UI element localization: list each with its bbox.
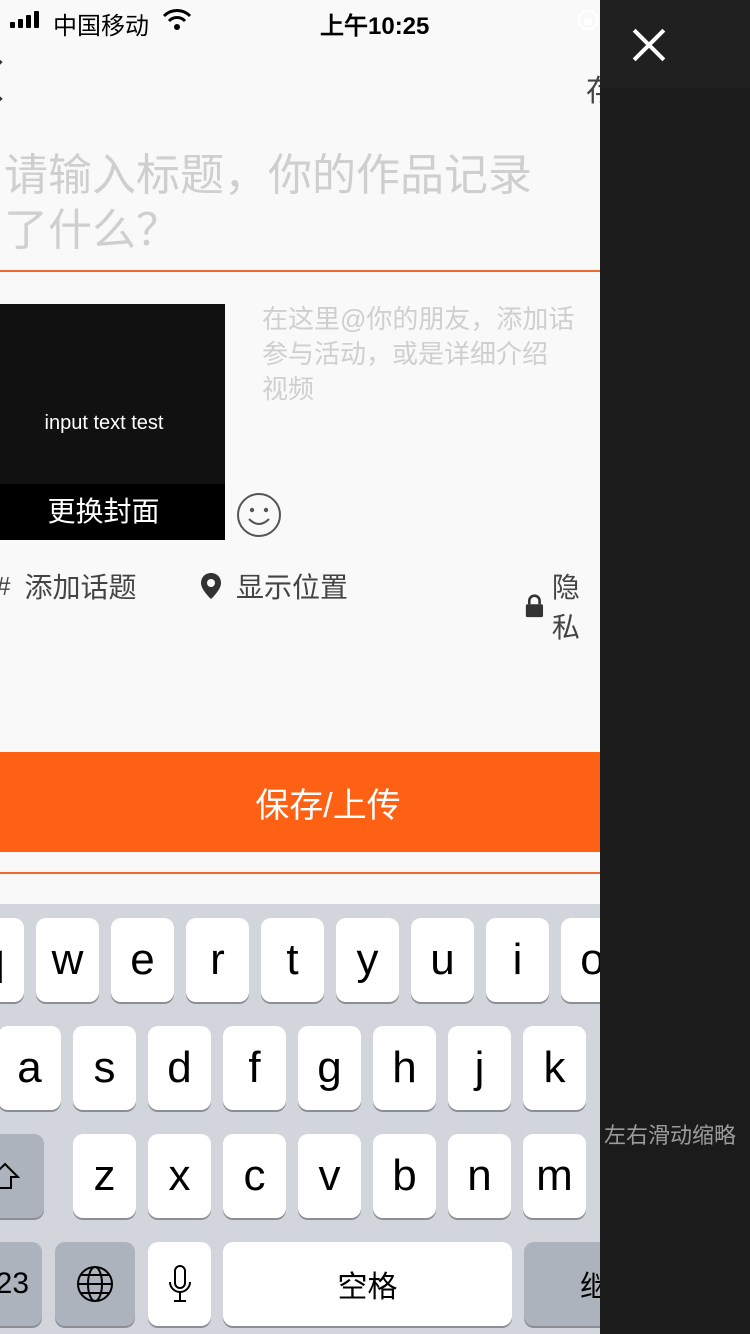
shift-key[interactable] (0, 1134, 44, 1218)
cover-thumbnail[interactable]: input text test 更换封面 (0, 304, 225, 540)
description-input[interactable]: 在这里@你的朋友，添加话 参与活动，或是详细介绍 视频 (262, 302, 600, 407)
show-location-button[interactable]: 显示位置 (200, 566, 348, 606)
description-line: 参与活动，或是详细介绍 (262, 339, 549, 369)
microphone-icon (168, 1265, 191, 1302)
microphone-key[interactable] (148, 1242, 211, 1326)
key-e[interactable]: e (111, 918, 174, 1002)
privacy-button[interactable]: 隐私 (525, 566, 600, 646)
title-underline (0, 270, 600, 272)
add-topic-button[interactable]: # 添加话题 (0, 566, 136, 606)
lock-icon (525, 594, 544, 618)
video-publish-screen: 存 请输入标题，你的作品记录了什么？ input text test 更换封面 … (0, 0, 600, 1334)
key-d[interactable]: d (148, 1026, 211, 1110)
location-pin-icon (201, 573, 221, 599)
key-o[interactable]: o (561, 918, 600, 1002)
done-key[interactable]: 继 (524, 1242, 600, 1326)
key-g[interactable]: g (298, 1026, 361, 1110)
show-location-label: 显示位置 (236, 572, 349, 603)
key-i[interactable]: i (486, 918, 549, 1002)
key-k[interactable]: k (523, 1026, 586, 1110)
overlay-top-bar (600, 0, 750, 88)
key-a[interactable]: a (0, 1026, 61, 1110)
description-line: 视频 (262, 374, 315, 404)
carrier-name: 中国移动 (53, 13, 149, 40)
key-c[interactable]: c (223, 1134, 286, 1218)
hashtag-icon: # (0, 571, 10, 602)
cover-preview-text: input text test (44, 412, 164, 434)
globe-key[interactable] (55, 1242, 135, 1326)
key-r[interactable]: r (186, 918, 249, 1002)
key-m[interactable]: m (523, 1134, 586, 1218)
key-j[interactable]: j (448, 1026, 511, 1110)
space-key[interactable]: 空格 (223, 1242, 512, 1326)
key-w[interactable]: w (36, 918, 99, 1002)
key-t[interactable]: t (261, 918, 324, 1002)
close-icon[interactable] (630, 26, 668, 64)
shift-icon (0, 1162, 20, 1189)
key-q[interactable]: q (0, 918, 24, 1002)
wifi-icon (162, 9, 192, 30)
description-line: 在这里@你的朋友，添加话 (262, 304, 575, 334)
key-f[interactable]: f (223, 1026, 286, 1110)
save-upload-button[interactable]: 保存/上传 (0, 752, 600, 852)
status-time: 上午10:25 (320, 13, 430, 40)
change-cover-button[interactable]: 更换封面 (0, 484, 225, 540)
emoji-icon[interactable] (236, 492, 282, 538)
add-topic-label: 添加话题 (24, 572, 137, 603)
rotation-lock-icon (578, 10, 598, 30)
key-z[interactable]: z (73, 1134, 136, 1218)
signal-icon (10, 10, 39, 28)
key-b[interactable]: b (373, 1134, 436, 1218)
key-n[interactable]: n (448, 1134, 511, 1218)
key-x[interactable]: x (148, 1134, 211, 1218)
swipe-hint: 左右滑动缩略 (604, 1123, 737, 1148)
numbers-key[interactable]: 123 (0, 1242, 42, 1326)
keyboard: qwertyuio asdfghjk zxcvbnm 123 (0, 904, 600, 1334)
back-icon[interactable] (0, 59, 22, 102)
header-right-action[interactable]: 存 (586, 66, 600, 110)
divider-line (0, 872, 600, 874)
globe-icon (77, 1266, 113, 1302)
action-bar: # 添加话题 显示位置 隐私 (0, 566, 600, 644)
privacy-label: 隐私 (551, 572, 580, 643)
key-v[interactable]: v (298, 1134, 361, 1218)
key-h[interactable]: h (373, 1026, 436, 1110)
key-s[interactable]: s (73, 1026, 136, 1110)
title-input[interactable]: 请输入标题，你的作品记录了什么？ (4, 148, 564, 258)
key-y[interactable]: y (336, 918, 399, 1002)
key-u[interactable]: u (411, 918, 474, 1002)
